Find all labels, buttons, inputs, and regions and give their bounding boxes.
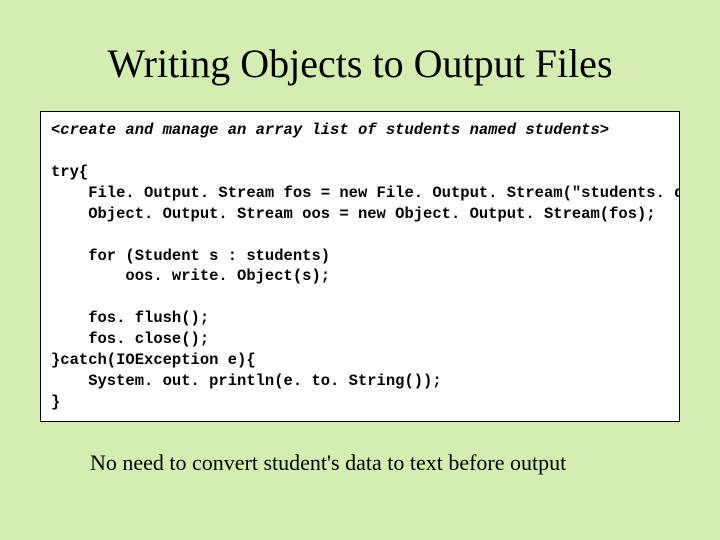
code-line: System. out. println(e. to. String()); [51, 372, 442, 390]
code-line: } [51, 393, 60, 411]
code-comment: <create and manage an array list of stud… [51, 121, 609, 139]
code-block: <create and manage an array list of stud… [40, 111, 680, 422]
code-line: File. Output. Stream fos = new File. Out… [51, 184, 680, 202]
code-line: }catch(IOException e){ [51, 351, 256, 369]
code-line: for (Student s : students) [51, 247, 330, 265]
footer-note: No need to convert student's data to tex… [90, 450, 680, 476]
code-line: try{ [51, 163, 88, 181]
code-line: Object. Output. Stream oos = new Object.… [51, 205, 656, 223]
slide-title: Writing Objects to Output Files [40, 40, 680, 87]
code-line: fos. flush(); [51, 309, 209, 327]
code-line: oos. write. Object(s); [51, 267, 330, 285]
slide: Writing Objects to Output Files <create … [0, 0, 720, 540]
code-line: fos. close(); [51, 330, 209, 348]
